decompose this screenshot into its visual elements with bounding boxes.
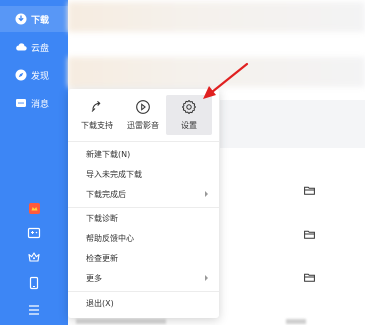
annotation-arrow-icon [203, 62, 249, 99]
